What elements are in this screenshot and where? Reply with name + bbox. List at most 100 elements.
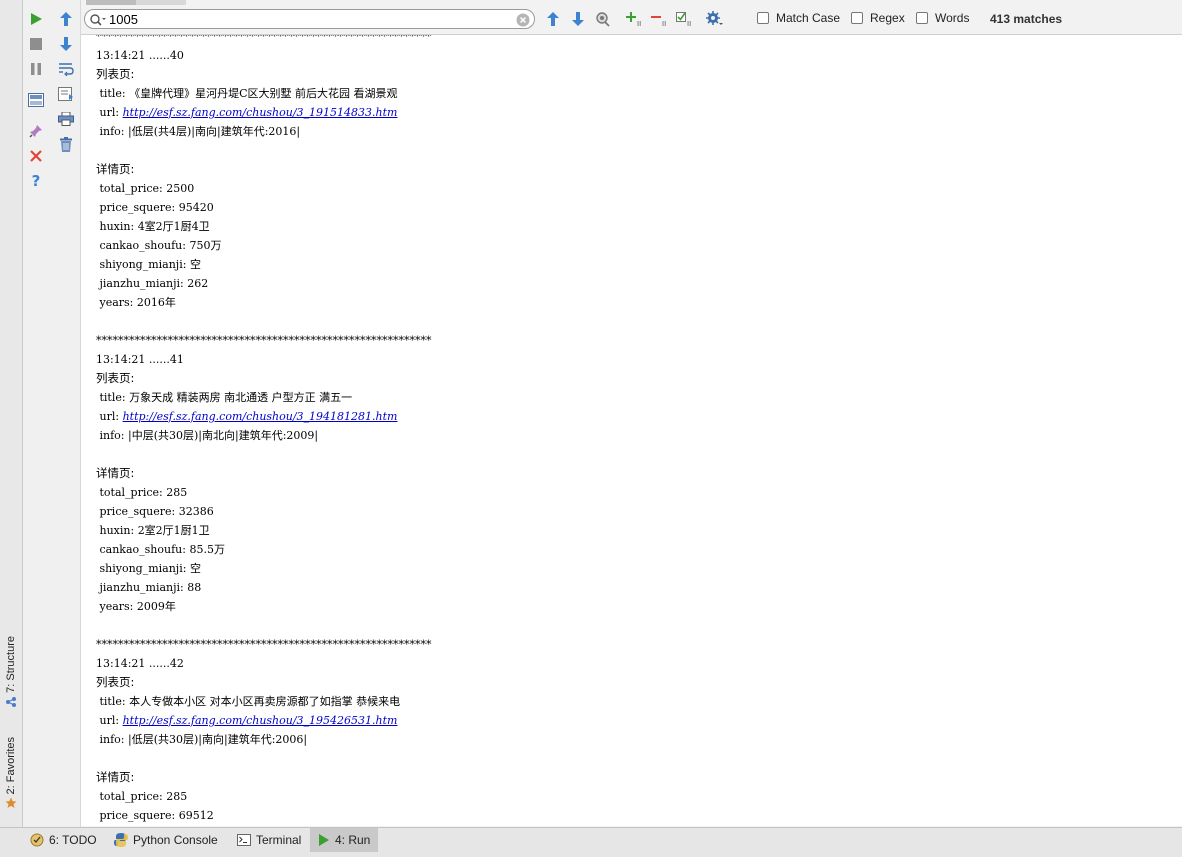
run-console[interactable]: ****************************************…	[81, 35, 1182, 826]
select-all-occurrences-icon[interactable]: II	[676, 10, 694, 28]
info-line: info: |低层(共4层)|南向|建筑年代:2016|	[96, 125, 301, 138]
shiyong-mianji-value: 空	[189, 562, 201, 575]
left-tool-strip: 7: Structure 2: Favorites	[0, 0, 23, 827]
close-icon[interactable]	[27, 147, 45, 165]
search-icon[interactable]	[89, 12, 107, 31]
terminal-tab[interactable]: Terminal	[229, 828, 309, 852]
timestamp-line: 13:14:21 ......41	[96, 353, 184, 366]
total-price-value: 285	[166, 790, 188, 803]
jianzhu-mianji-line: jianzhu_mianji: 262	[96, 277, 209, 290]
price-squere-line: price_squere: 32386	[96, 505, 214, 518]
price-squere-value: 32386	[178, 505, 214, 518]
terminal-tab-label: Terminal	[256, 833, 302, 847]
regex-label: Regex	[870, 11, 905, 25]
title-value: 本人专做本小区 对本小区再卖房源都了如指掌 恭候来电	[129, 695, 401, 708]
url-link[interactable]: http://esf.sz.fang.com/chushou/3_1915148…	[123, 106, 398, 119]
detail-header: 详情页:	[96, 162, 135, 176]
info-value: |低层(共30层)|南向|建筑年代:2006|	[128, 733, 308, 746]
url-link[interactable]: http://esf.sz.fang.com/chushou/3_1954265…	[123, 714, 398, 727]
structure-tab[interactable]: 7: Structure	[0, 636, 22, 711]
years-value: 2009年	[136, 600, 176, 613]
separator-line: ****************************************…	[96, 334, 432, 347]
words-box[interactable]	[916, 12, 928, 24]
timestamp-line: 13:14:21 ......40	[96, 49, 184, 62]
structure-icon	[5, 696, 17, 711]
timestamp-line: 13:14:21 ......42	[96, 657, 184, 670]
words-checkbox[interactable]: Words	[916, 11, 969, 25]
list-header: 列表页:	[96, 371, 135, 385]
match-count: 413 matches	[990, 12, 1063, 26]
run-tab-label: 4: Run	[335, 833, 371, 847]
regex-checkbox[interactable]: Regex	[851, 11, 905, 25]
python-icon	[114, 833, 128, 847]
price-squere-value: 69512	[178, 809, 214, 822]
title-line: title: 本人专做本小区 对本小区再卖房源都了如指掌 恭候来电	[96, 695, 401, 708]
cankao-shoufu-line: cankao_shoufu: 85.5万	[96, 543, 225, 556]
console-output: ****************************************…	[96, 35, 432, 825]
separator-line: ****************************************…	[96, 35, 432, 43]
structure-tab-label: 7: Structure	[5, 636, 17, 693]
todo-tab-label: 6: TODO	[49, 833, 97, 847]
jianzhu-mianji-line: jianzhu_mianji: 88	[96, 581, 202, 594]
bottom-tool-bar: 6: TODO Python Console Terminal 4: Run	[0, 827, 1182, 857]
years-line: years: 2016年	[96, 296, 176, 309]
up-arrow-icon[interactable]	[57, 10, 75, 28]
layout-icon[interactable]	[27, 91, 45, 109]
shiyong-mianji-line: shiyong_mianji: 空	[96, 562, 201, 575]
next-occurrence-icon[interactable]	[569, 10, 587, 28]
svg-text:II: II	[637, 20, 641, 27]
jianzhu-mianji-value: 88	[187, 581, 202, 594]
run-icon	[318, 834, 330, 846]
editor-tab-hint	[86, 0, 136, 5]
star-icon	[5, 797, 17, 812]
info-line: info: |中层(共30层)|南北向|建筑年代:2009|	[96, 429, 319, 442]
huxin-value: 2室2厅1厨1卫	[137, 524, 210, 537]
find-all-icon[interactable]	[594, 10, 612, 28]
print-icon[interactable]	[57, 110, 75, 128]
match-case-label: Match Case	[776, 11, 841, 25]
url-line: url: http://esf.sz.fang.com/chushou/3_19…	[96, 410, 398, 423]
terminal-icon	[237, 834, 251, 846]
title-value: 《皇牌代理》星河丹堤C区大别墅 前后大花园 看湖景观	[129, 87, 398, 100]
previous-occurrence-icon[interactable]	[544, 10, 562, 28]
scroll-to-end-icon[interactable]	[57, 85, 75, 103]
add-selection-icon[interactable]: II	[626, 10, 644, 28]
jianzhu-mianji-value: 262	[187, 277, 209, 290]
match-case-box[interactable]	[757, 12, 769, 24]
trash-icon[interactable]	[57, 135, 75, 153]
regex-box[interactable]	[851, 12, 863, 24]
pause-icon[interactable]	[27, 60, 45, 78]
match-case-checkbox[interactable]: Match Case	[757, 11, 840, 25]
favorites-tab[interactable]: 2: Favorites	[0, 737, 22, 812]
pin-icon[interactable]	[27, 122, 45, 140]
search-settings-icon[interactable]	[706, 10, 724, 28]
run-tab[interactable]: 4: Run	[310, 828, 379, 852]
editor-tab-hint	[136, 0, 186, 5]
svg-text:II: II	[662, 20, 666, 27]
help-icon[interactable]: ?	[27, 172, 45, 190]
price-squere-line: price_squere: 95420	[96, 201, 214, 214]
todo-tab[interactable]: 6: TODO	[22, 828, 105, 852]
cankao-shoufu-value: 750万	[189, 239, 222, 252]
total-price-line: total_price: 2500	[96, 182, 195, 195]
stop-icon[interactable]	[27, 35, 45, 53]
run-icon[interactable]	[27, 10, 45, 28]
search-box	[84, 9, 535, 29]
python-console-tab[interactable]: Python Console	[106, 828, 226, 852]
huxin-line: huxin: 2室2厅1厨1卫	[96, 524, 210, 537]
search-input[interactable]	[109, 11, 509, 27]
list-header: 列表页:	[96, 675, 135, 689]
clear-search-icon[interactable]	[516, 12, 530, 31]
url-link[interactable]: http://esf.sz.fang.com/chushou/3_1941812…	[123, 410, 398, 423]
favorites-tab-label: 2: Favorites	[5, 737, 17, 795]
soft-wrap-icon[interactable]	[57, 60, 75, 78]
words-label: Words	[935, 11, 970, 25]
down-arrow-icon[interactable]	[57, 35, 75, 53]
remove-selection-icon[interactable]: II	[651, 10, 669, 28]
info-value: |中层(共30层)|南北向|建筑年代:2009|	[128, 429, 319, 442]
shiyong-mianji-value: 空	[189, 258, 201, 271]
